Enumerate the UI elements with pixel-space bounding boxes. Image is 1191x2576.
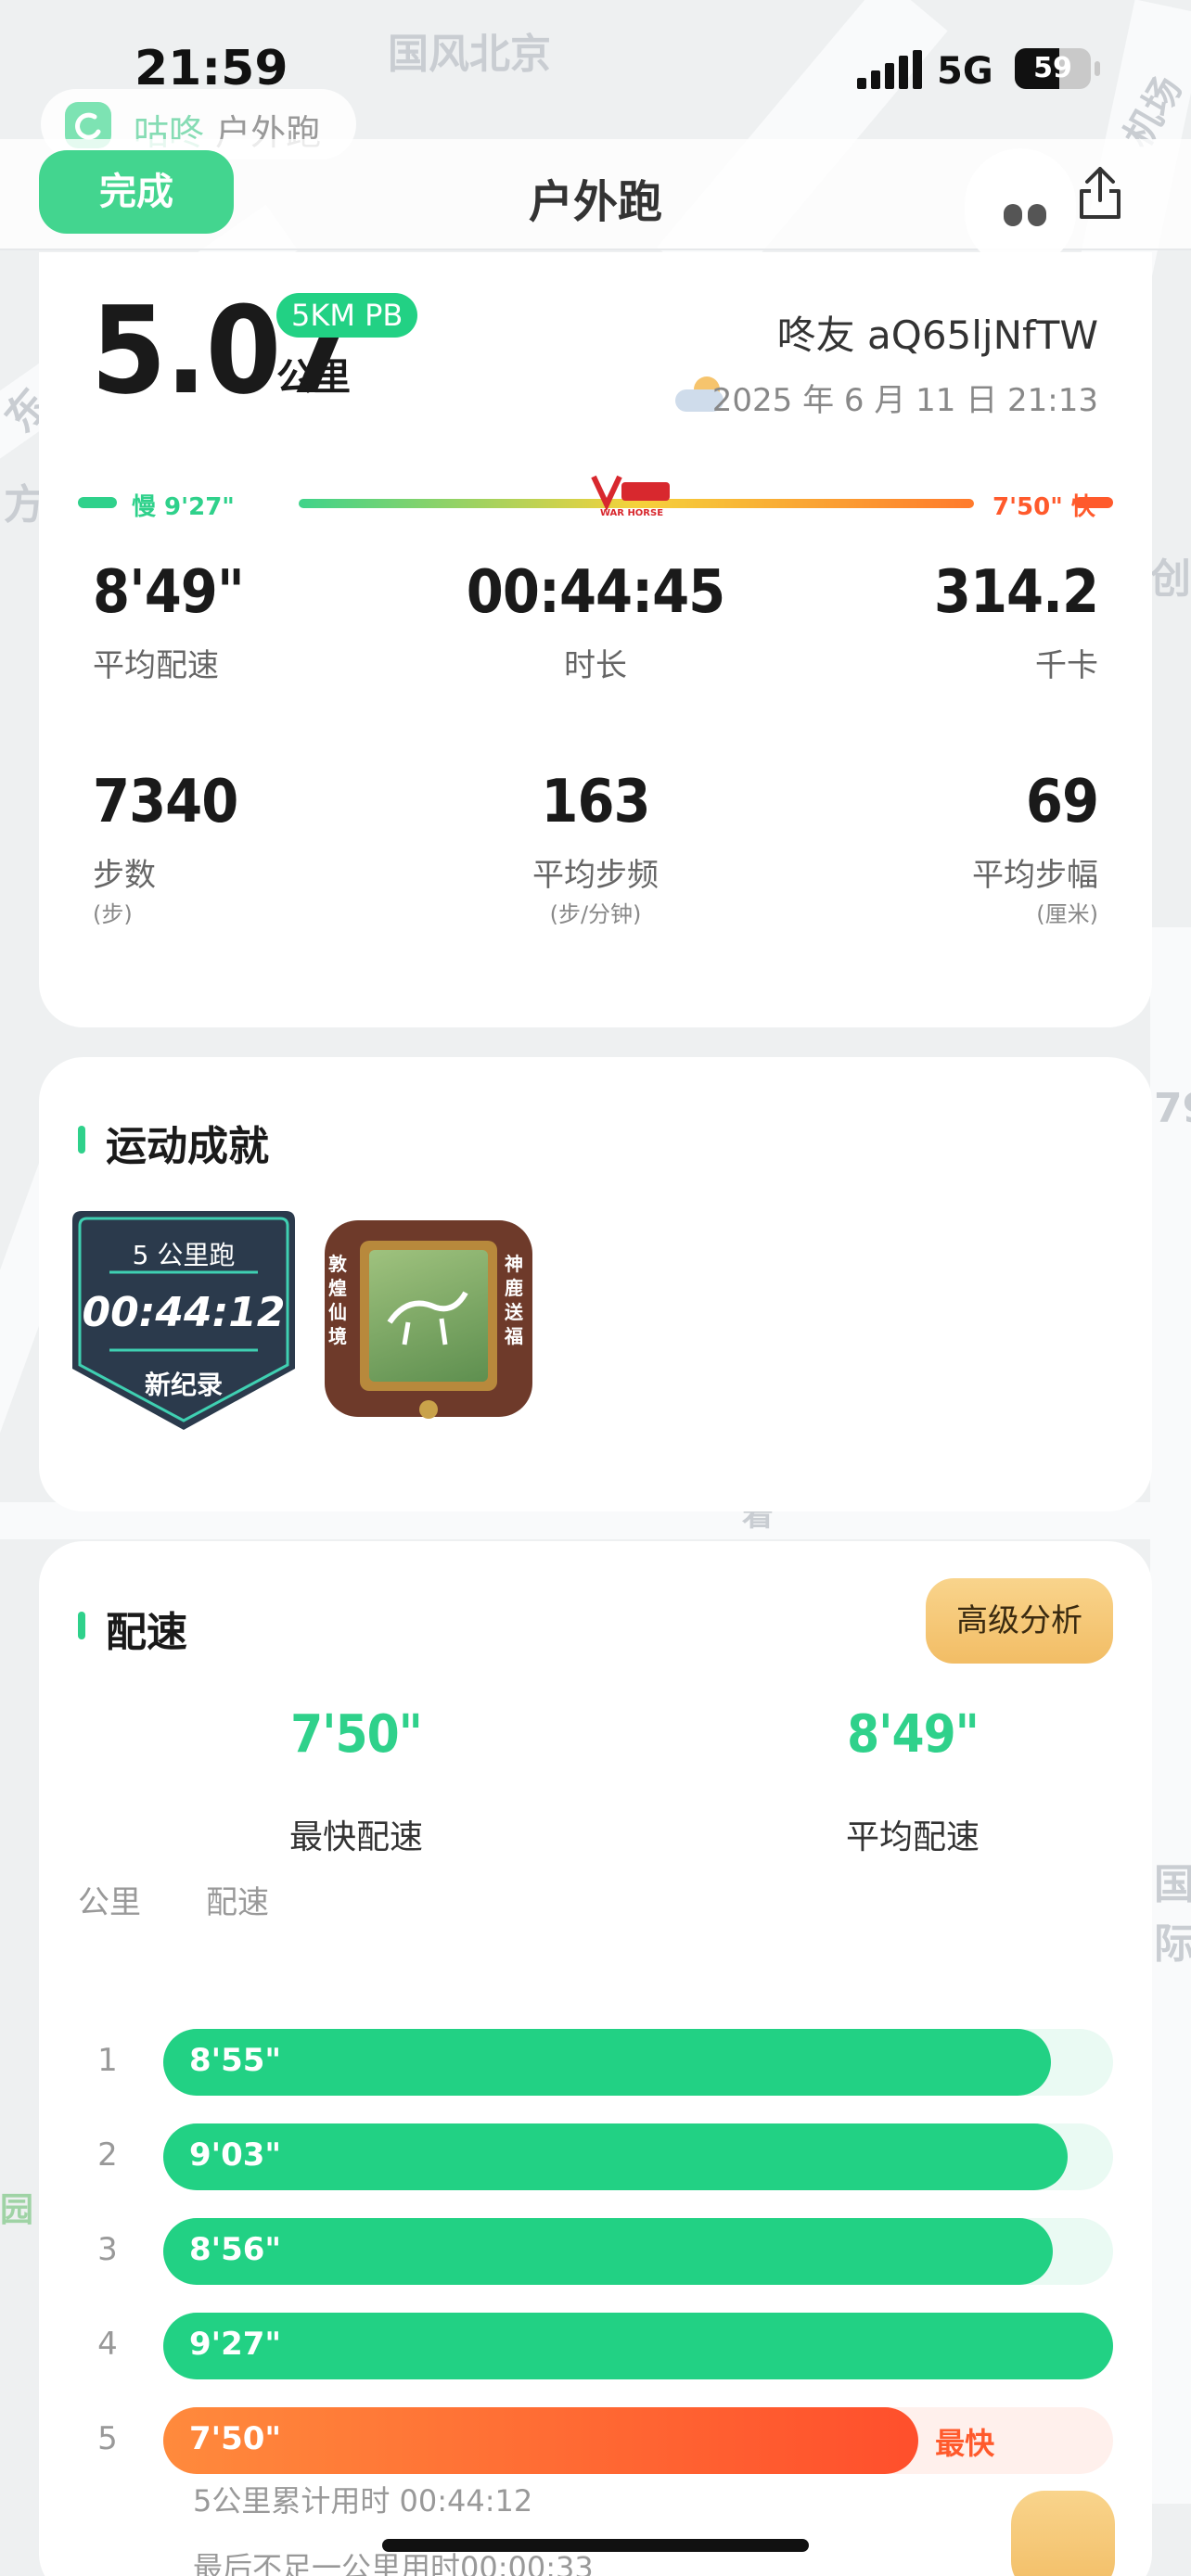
status-time: 21:59 [134,41,288,96]
steps-label: 步数 [93,857,156,894]
steps-unit: (步) [93,901,133,927]
column-header-pace: 配速 [206,1884,269,1921]
avg-pace-label: 平均配速 [845,1818,980,1856]
stride-unit: (厘米) [1036,901,1098,927]
fastest-tag: 最快 [935,2426,995,2461]
duration-label: 时长 [564,647,627,684]
share-icon[interactable] [1074,163,1126,223]
split-bar: 7'50" [163,2407,919,2474]
split-pace-label: 9'27" [189,2326,282,2363]
map-label: 园 [0,2191,34,2229]
split-pace-label: 9'03" [189,2136,282,2174]
split-bar: 8'56" [163,2218,1054,2285]
split-pace-label: 8'56" [189,2231,282,2268]
badge-bottom-label: 新纪录 [144,1370,223,1400]
column-header-km: 公里 [78,1884,141,1921]
section-title: 运动成就 [106,1123,269,1170]
stride-label: 平均步幅 [972,857,1098,894]
section-title: 配速 [106,1609,187,1656]
badge-top-label: 5 公里跑 [132,1240,236,1270]
split-bar: 8'55" [163,2029,1052,2096]
medal-left-text: 敦煌仙境 [328,1253,347,1347]
split-row: 9'03" [163,2123,1113,2190]
split-bar: 9'03" [163,2123,1068,2190]
stride-value: 69 [1025,768,1099,836]
slow-pace-label: 慢 9'27" [132,493,235,521]
floating-action-button[interactable] [1011,2491,1115,2576]
split-km-index: 3 [97,2231,118,2268]
split-km-index: 5 [97,2420,118,2457]
map-label: 创 [1150,555,1191,603]
logo-text: WAR HORSE [599,508,664,518]
status-bar: 21:59 5G 59 [0,0,1191,102]
pace-range-bar: 慢 9'27" 7'50" 快 WAR HORSE [78,475,1113,521]
pace-card: 配速 高级分析 7'50" 最快配速 8'49" 平均配速 公里 配速 5公里累… [39,1541,1152,2576]
network-label: 5G [937,50,993,93]
avg-pace-value: 8'49" [93,558,245,627]
steps-value: 7340 [93,768,238,836]
cumulative-time: 5公里累计用时 00:44:12 [193,2483,533,2519]
cadence-value: 163 [541,768,650,836]
split-km-index: 1 [97,2042,118,2079]
fastest-pace-label: 最快配速 [288,1818,423,1856]
map-label: 79 [1154,1085,1191,1132]
calories-value: 314.2 [933,558,1099,627]
achievements-card: 运动成就 5 公里跑 00:44:12 新纪录 敦煌仙境 神鹿送福 [39,1057,1152,1511]
dunhuang-medal[interactable]: 敦煌仙境 神鹿送福 [325,1220,532,1419]
split-pace-label: 8'55" [189,2042,282,2079]
mascot-avatar [965,148,1076,269]
warhorse-logo: WAR HORSE [588,473,675,525]
avg-pace-value: 8'49" [847,1704,980,1765]
split-km-index: 4 [97,2326,118,2363]
user-name: 咚友 aQ65ljNfTW [776,312,1098,358]
split-pace-label: 7'50" [189,2420,282,2457]
split-row: 7'50" 最快 [163,2407,1113,2474]
split-row: 9'27" [163,2313,1113,2379]
badge-time: 00:44:12 [82,1289,286,1336]
battery-icon: 59 [1015,48,1091,89]
advanced-analysis-button[interactable]: 高级分析 [926,1578,1113,1664]
summary-card: 5.07 5KM PB 公里 咚友 aQ65ljNfTW 2025 年 6 月 … [39,252,1152,1027]
calories-label: 千卡 [1035,647,1098,684]
avg-pace-label: 平均配速 [93,647,219,684]
split-bar: 9'27" [163,2313,1113,2379]
page-title: 户外跑 [528,176,662,228]
battery-level: 59 [1033,52,1072,84]
run-datetime: 2025 年 6 月 11 日 21:13 [711,382,1098,419]
home-indicator [382,2539,809,2552]
duration-value: 00:44:45 [466,558,725,627]
fastest-pace-value: 7'50" [290,1704,423,1765]
cadence-unit: (步/分钟) [549,901,642,927]
distance-unit: 公里 [276,356,351,399]
medal-right-text: 神鹿送福 [505,1253,523,1347]
split-row: 8'55" [163,2029,1113,2096]
split-km-index: 2 [97,2136,118,2174]
split-row: 8'56" [163,2218,1113,2285]
signal-icon [857,50,922,89]
done-button[interactable]: 完成 [39,150,234,234]
map-label: 国际 [1154,1861,1191,1968]
pb-badge-5k[interactable]: 5 公里跑 00:44:12 新纪录 [72,1211,295,1430]
cadence-label: 平均步频 [532,857,659,894]
pb-badge: 5KM PB [276,293,418,338]
